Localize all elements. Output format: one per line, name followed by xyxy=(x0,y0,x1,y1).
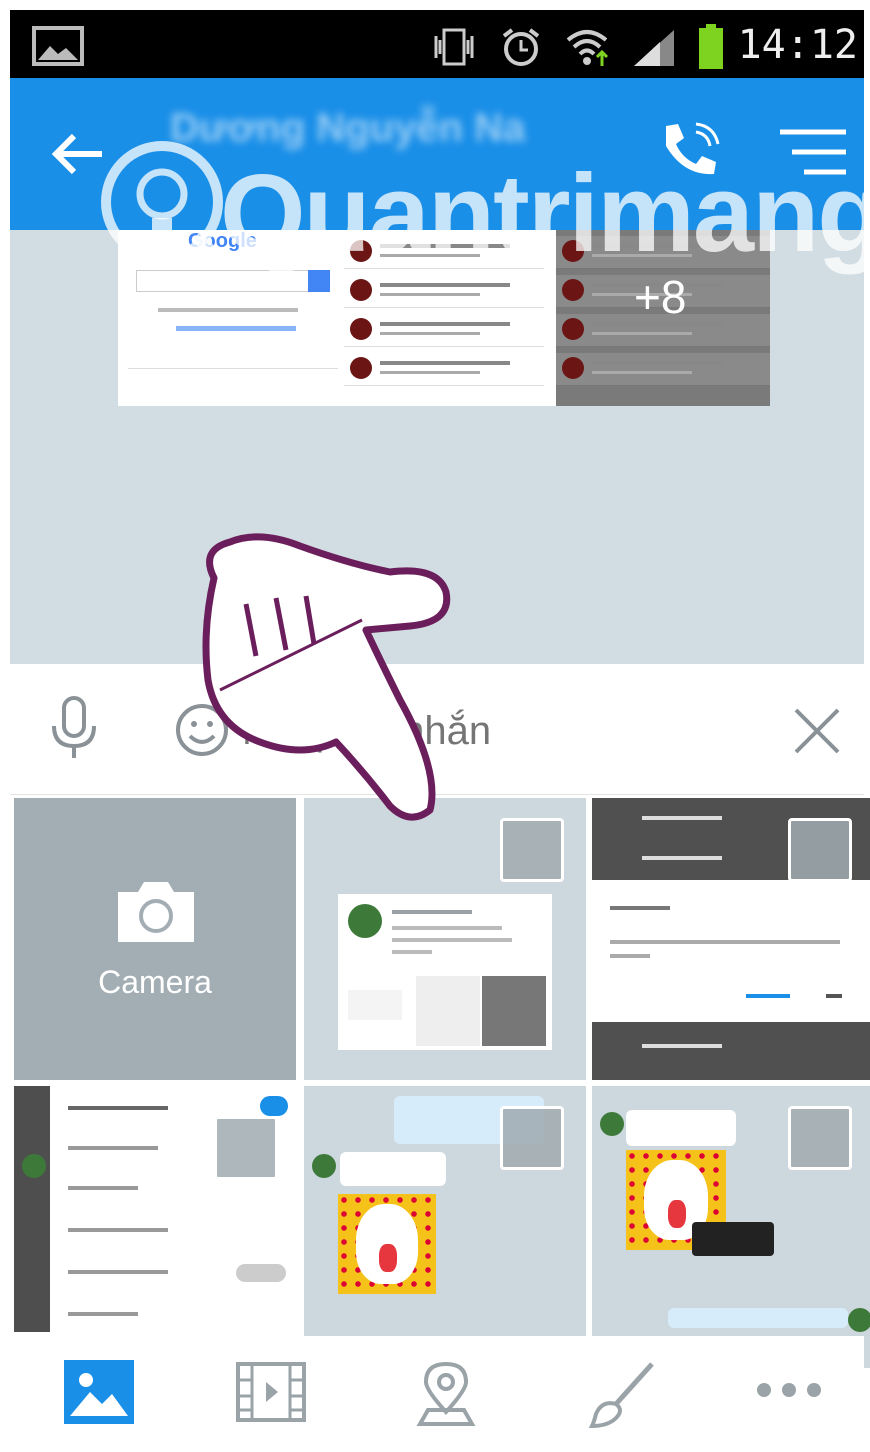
more-icon[interactable] xyxy=(754,1380,824,1405)
watermark: Quantrimang xyxy=(100,130,870,280)
battery-icon xyxy=(698,24,724,75)
select-checkbox[interactable] xyxy=(788,1106,852,1170)
camera-label: Camera xyxy=(98,964,212,1000)
video-icon[interactable] xyxy=(234,1360,308,1429)
microphone-icon[interactable] xyxy=(50,696,98,765)
location-icon[interactable] xyxy=(416,1360,476,1433)
lightbulb-icon xyxy=(100,140,230,296)
camera-tile[interactable]: Camera xyxy=(14,798,296,1080)
gallery-photo-1[interactable] xyxy=(304,798,586,1080)
gallery-photo-5[interactable] xyxy=(592,1086,870,1368)
pointing-hand-icon xyxy=(190,520,460,835)
vibrate-icon xyxy=(430,26,478,73)
image-icon[interactable] xyxy=(64,1360,134,1429)
select-checkbox[interactable] xyxy=(788,818,852,882)
select-checkbox[interactable] xyxy=(500,1106,564,1170)
bottom-toolbar xyxy=(10,1336,864,1452)
gallery-photo-4[interactable] xyxy=(304,1086,586,1368)
wifi-icon xyxy=(564,26,610,73)
clock: 14:12 xyxy=(737,22,858,68)
signal-icon xyxy=(632,26,676,73)
gallery-icon xyxy=(32,26,84,71)
gallery-photo-2[interactable] xyxy=(592,798,870,1080)
watermark-text: Quantrimang xyxy=(220,152,870,275)
back-arrow-icon[interactable] xyxy=(50,132,106,181)
select-checkbox[interactable] xyxy=(500,818,564,882)
alarm-icon xyxy=(500,26,542,73)
photo-gallery-grid: Camera xyxy=(14,798,870,1368)
brush-icon[interactable] xyxy=(588,1360,658,1435)
camera-icon xyxy=(114,878,198,949)
select-checkbox[interactable] xyxy=(214,1116,278,1180)
close-icon[interactable] xyxy=(792,706,842,761)
status-bar: 14:12 xyxy=(10,10,864,78)
gallery-photo-3[interactable] xyxy=(14,1086,296,1368)
